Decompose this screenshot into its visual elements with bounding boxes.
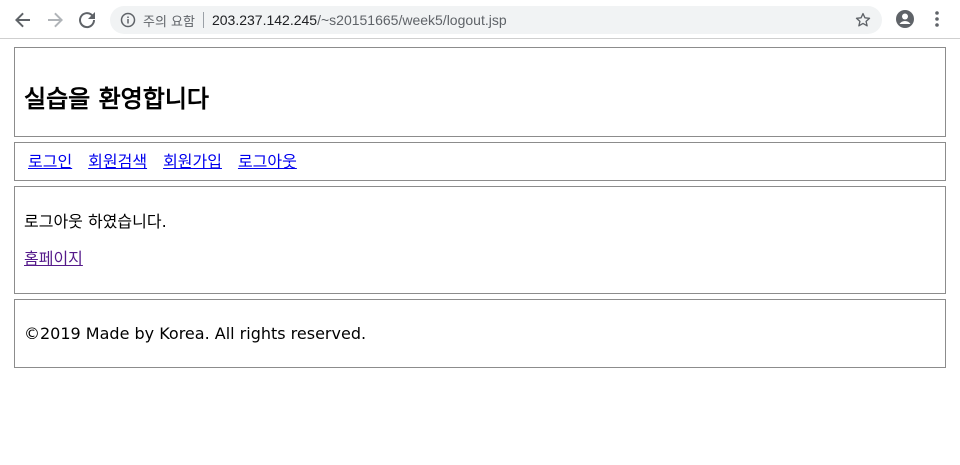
nav-links: 로그인 회원검색 회원가입 로그아웃 [28,152,297,172]
nav-link-signup[interactable]: 회원가입 [163,152,222,172]
nav-link-member-search[interactable]: 회원검색 [88,152,147,172]
footer-copyright: ©2019 Made by Korea. All rights reserved… [24,324,367,343]
back-icon[interactable] [12,9,34,31]
page-content: 실습을 환영합니다 로그인 회원검색 회원가입 로그아웃 로그아웃 하였습니다.… [0,40,960,465]
address-bar[interactable]: 주의 요함 203.237.142.245/~s20151665/week5/l… [110,6,882,34]
home-link[interactable]: 홈페이지 [24,249,83,269]
logout-message: 로그아웃 하였습니다. [24,212,167,231]
url-path: /~s20151665/week5/logout.jsp [317,12,507,28]
browser-toolbar: 주의 요함 203.237.142.245/~s20151665/week5/l… [0,0,960,39]
info-icon[interactable] [120,12,136,28]
url-host: 203.237.142.245 [211,12,318,28]
header-section: 실습을 환영합니다 [14,47,946,137]
nav-section: 로그인 회원검색 회원가입 로그아웃 [14,142,946,181]
star-icon[interactable] [854,11,872,32]
content-section: 로그아웃 하였습니다. 홈페이지 [14,186,946,294]
forward-icon[interactable] [44,9,66,31]
profile-icon[interactable] [895,9,915,33]
security-label[interactable]: 주의 요함 [143,11,195,30]
reload-icon[interactable] [76,9,98,31]
omnibox-separator [202,12,204,28]
nav-link-logout[interactable]: 로그아웃 [238,152,297,172]
menu-icon[interactable] [929,9,945,33]
footer-section: ©2019 Made by Korea. All rights reserved… [14,299,946,368]
nav-link-login[interactable]: 로그인 [28,152,72,172]
page-title: 실습을 환영합니다 [24,85,209,113]
